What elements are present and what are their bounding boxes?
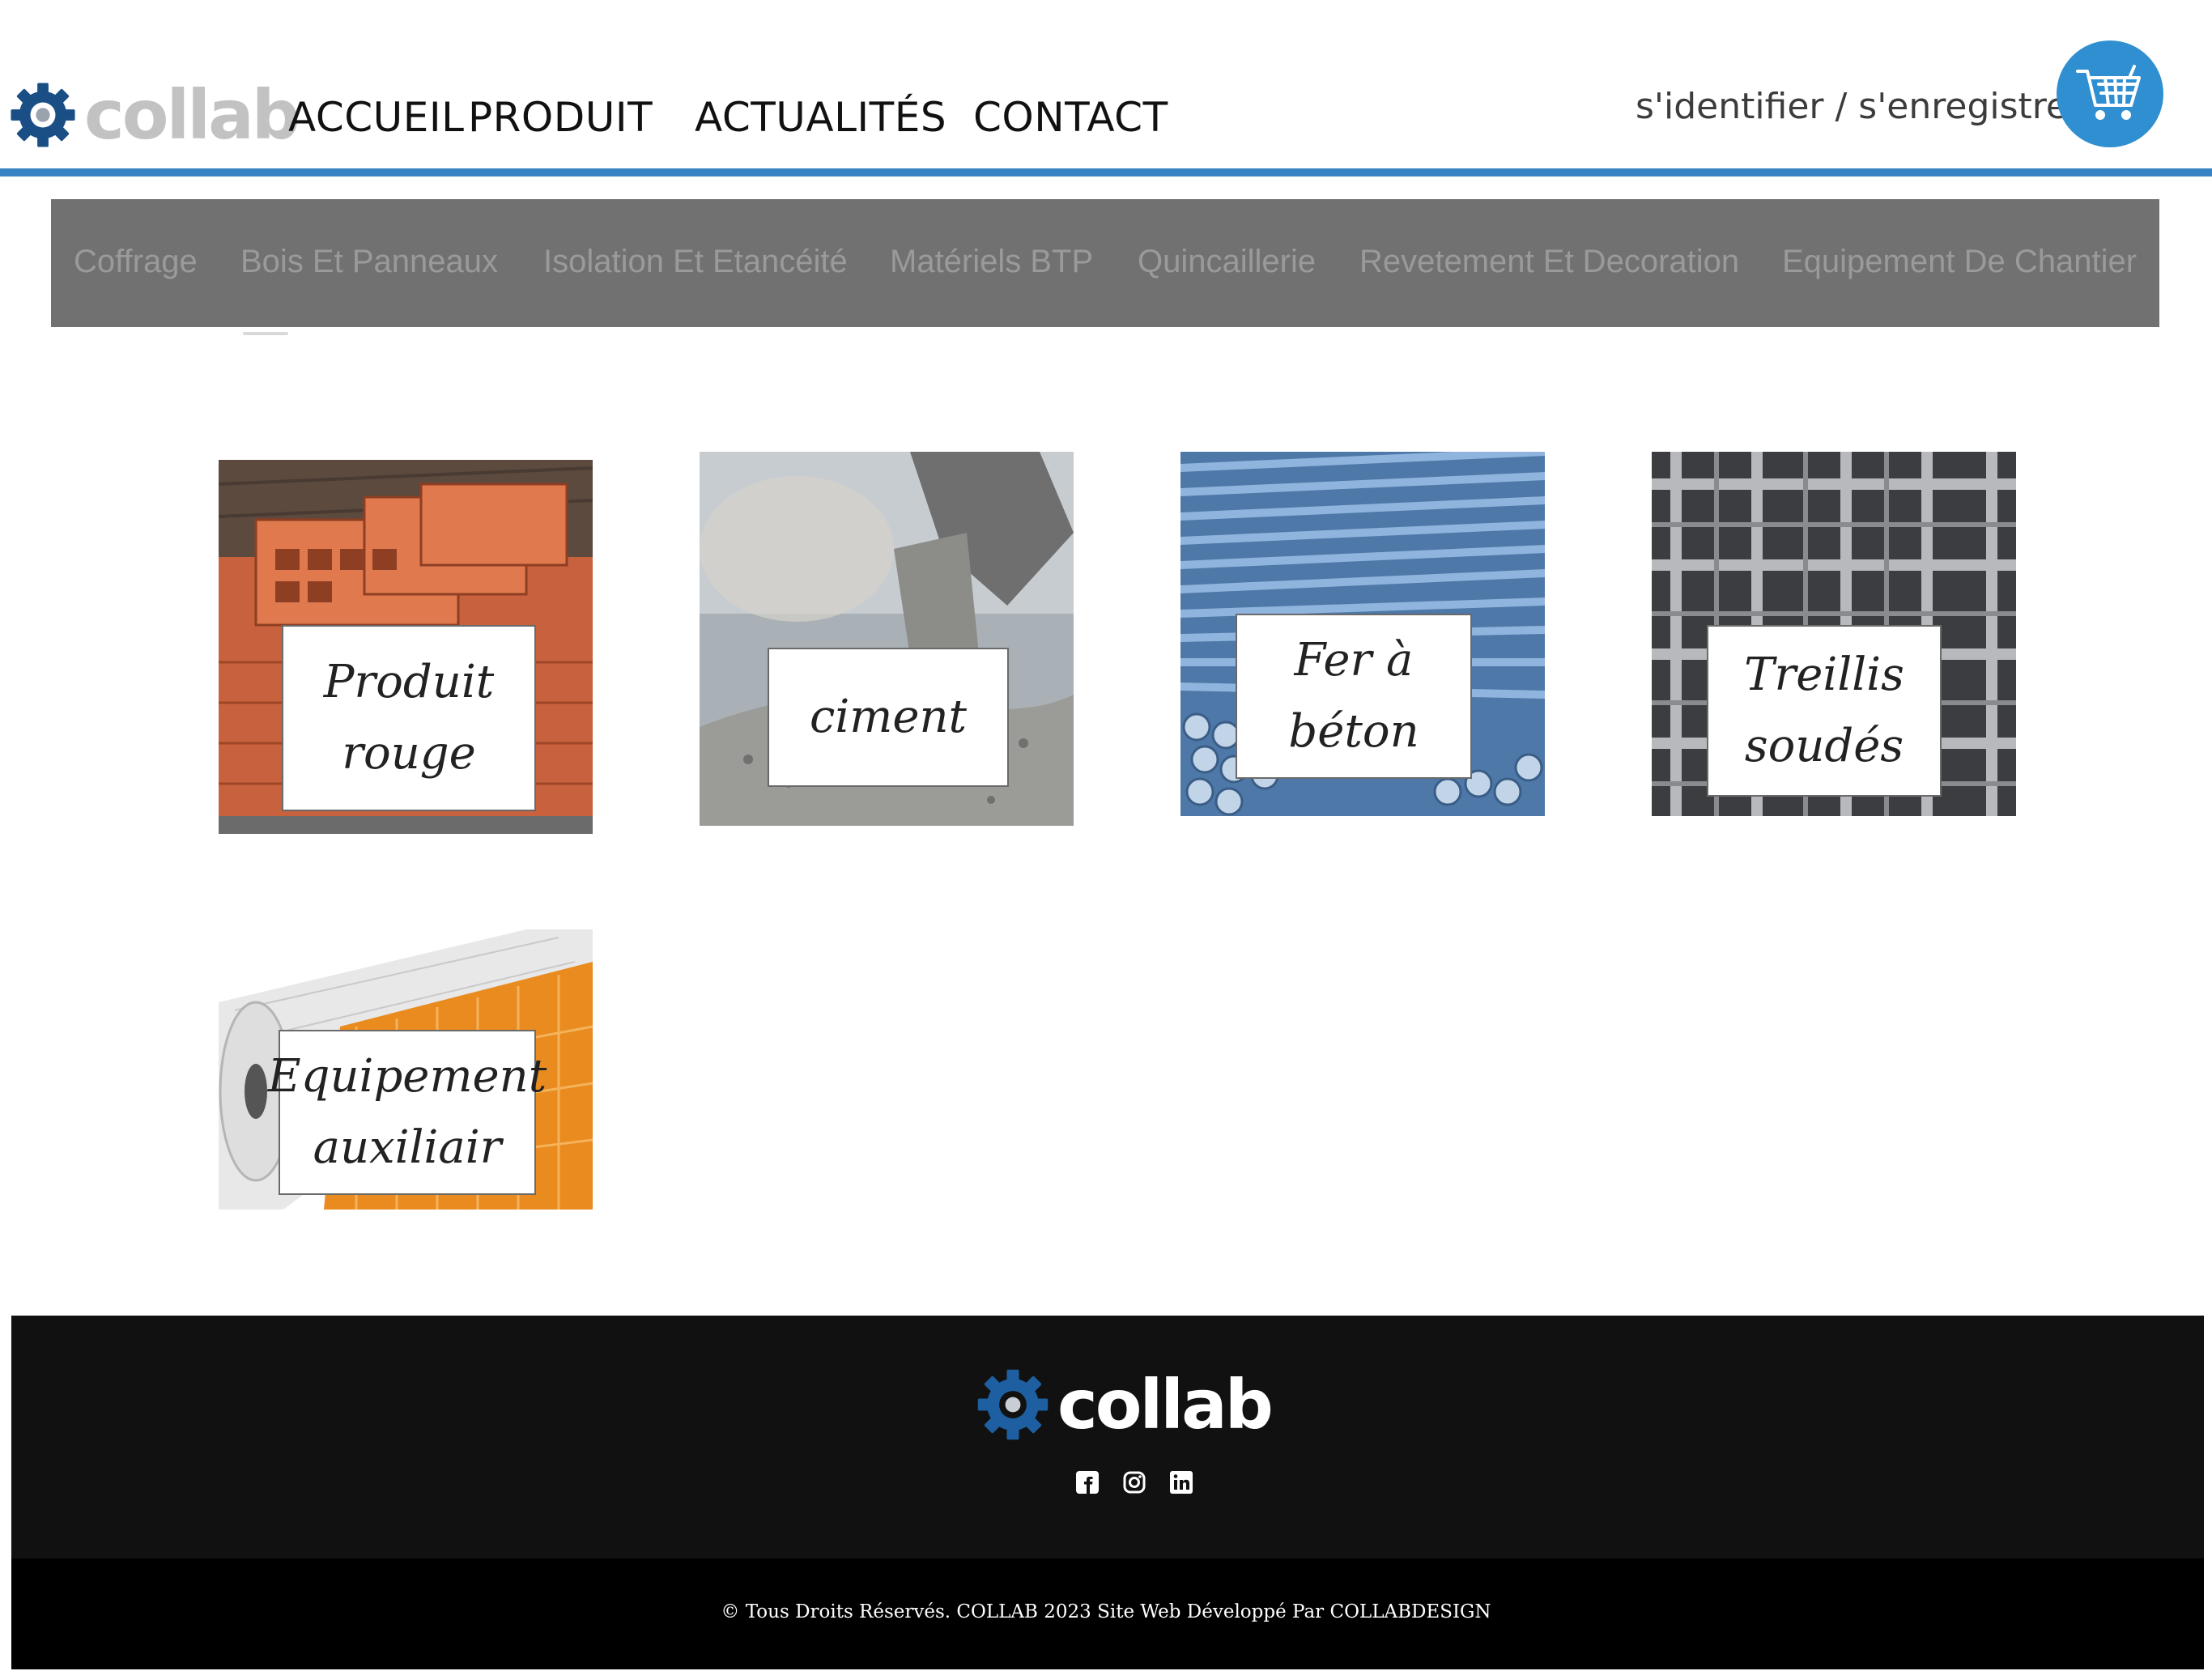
nav-produit[interactable]: PRODUIT <box>468 94 653 141</box>
category-isolation[interactable]: Isolation Et Etancéité <box>543 244 848 280</box>
product-card-ciment[interactable]: ciment <box>700 452 1074 826</box>
product-label-treillis-soudes: Treillis soudés <box>1707 625 1942 797</box>
copyright-text: © Tous Droits Réservés. COLLAB 2023 Site… <box>721 1601 1491 1622</box>
login-register-link[interactable]: s'identifier / s'enregistrer <box>1636 86 2082 127</box>
product-card-equipement-auxiliair[interactable]: Equipement auxiliair <box>219 929 593 1210</box>
product-card-fer-a-beton[interactable]: Fer à béton <box>1180 452 1545 816</box>
nav-actualites[interactable]: ACTUALITÉS <box>695 94 946 141</box>
cart-button[interactable] <box>2057 40 2163 147</box>
category-bar: Coffrage Bois Et Panneaux Isolation Et E… <box>51 199 2159 327</box>
site-header: collab ACCUEIL PRODUIT ACTUALITÉS CONTAC… <box>0 0 2212 176</box>
product-label-produit-rouge: Produit rouge <box>282 625 536 811</box>
facebook-icon[interactable] <box>1075 1470 1100 1495</box>
logo-text: collab <box>84 75 300 155</box>
logo[interactable]: collab <box>8 74 300 155</box>
category-revetement[interactable]: Revetement Et Decoration <box>1359 244 1739 280</box>
divider-fragment <box>243 332 288 335</box>
category-coffrage[interactable]: Coffrage <box>74 244 198 280</box>
product-label-ciment: ciment <box>768 648 1009 787</box>
linkedin-icon[interactable] <box>1169 1470 1193 1495</box>
footer-logo-text: collab <box>1057 1365 1274 1444</box>
product-label-fer-a-beton: Fer à béton <box>1236 614 1472 779</box>
nav-contact[interactable]: CONTACT <box>973 94 1168 141</box>
social-links <box>1075 1470 1193 1495</box>
category-bois-panneaux[interactable]: Bois Et Panneaux <box>240 244 498 280</box>
product-label-equipement-auxiliair: Equipement auxiliair <box>268 1030 547 1195</box>
footer-logo[interactable]: collab <box>975 1365 1274 1444</box>
nav-accueil[interactable]: ACCUEIL <box>288 94 464 141</box>
gear-logo-icon <box>977 1369 1049 1440</box>
product-card-produit-rouge[interactable]: Produit rouge <box>219 460 593 834</box>
cart-icon <box>2076 65 2141 120</box>
category-materiels-btp[interactable]: Matériels BTP <box>890 244 1093 280</box>
header-divider <box>0 168 2212 176</box>
category-quincaillerie[interactable]: Quincaillerie <box>1138 244 1316 280</box>
category-equipement-chantier[interactable]: Equipement De Chantier <box>1782 244 2137 280</box>
product-card-treillis-soudes[interactable]: Treillis soudés <box>1652 452 2016 816</box>
instagram-icon[interactable] <box>1122 1470 1146 1495</box>
gear-logo-icon <box>11 83 75 147</box>
